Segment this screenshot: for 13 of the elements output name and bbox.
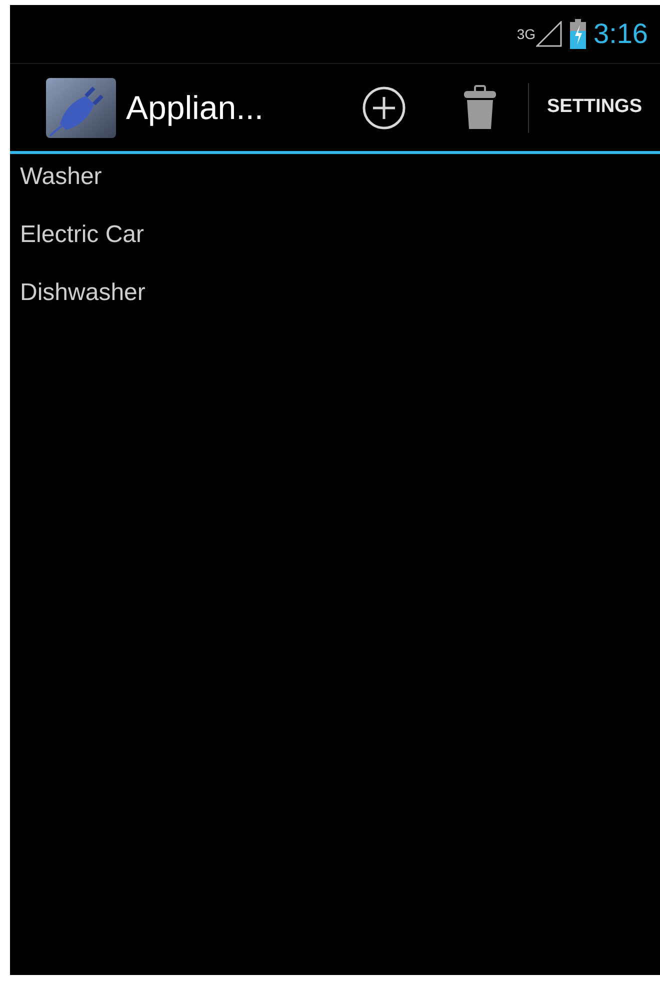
- appliance-list-item[interactable]: Washer: [10, 160, 660, 218]
- clock-time: 3:16: [594, 20, 648, 48]
- signal-icon: [536, 21, 562, 47]
- plug-icon: [46, 78, 116, 138]
- trash-icon: [462, 84, 497, 130]
- settings-button[interactable]: SETTINGS: [528, 64, 660, 151]
- app-home-button[interactable]: Applian...: [46, 78, 264, 138]
- app-title: Applian...: [126, 91, 264, 124]
- battery-icon: [570, 19, 586, 49]
- network-type-label: 3G: [516, 27, 536, 41]
- appliance-list-item[interactable]: Dishwasher: [10, 276, 660, 334]
- appliance-list-item[interactable]: Electric Car: [10, 218, 660, 276]
- add-icon: [362, 86, 406, 130]
